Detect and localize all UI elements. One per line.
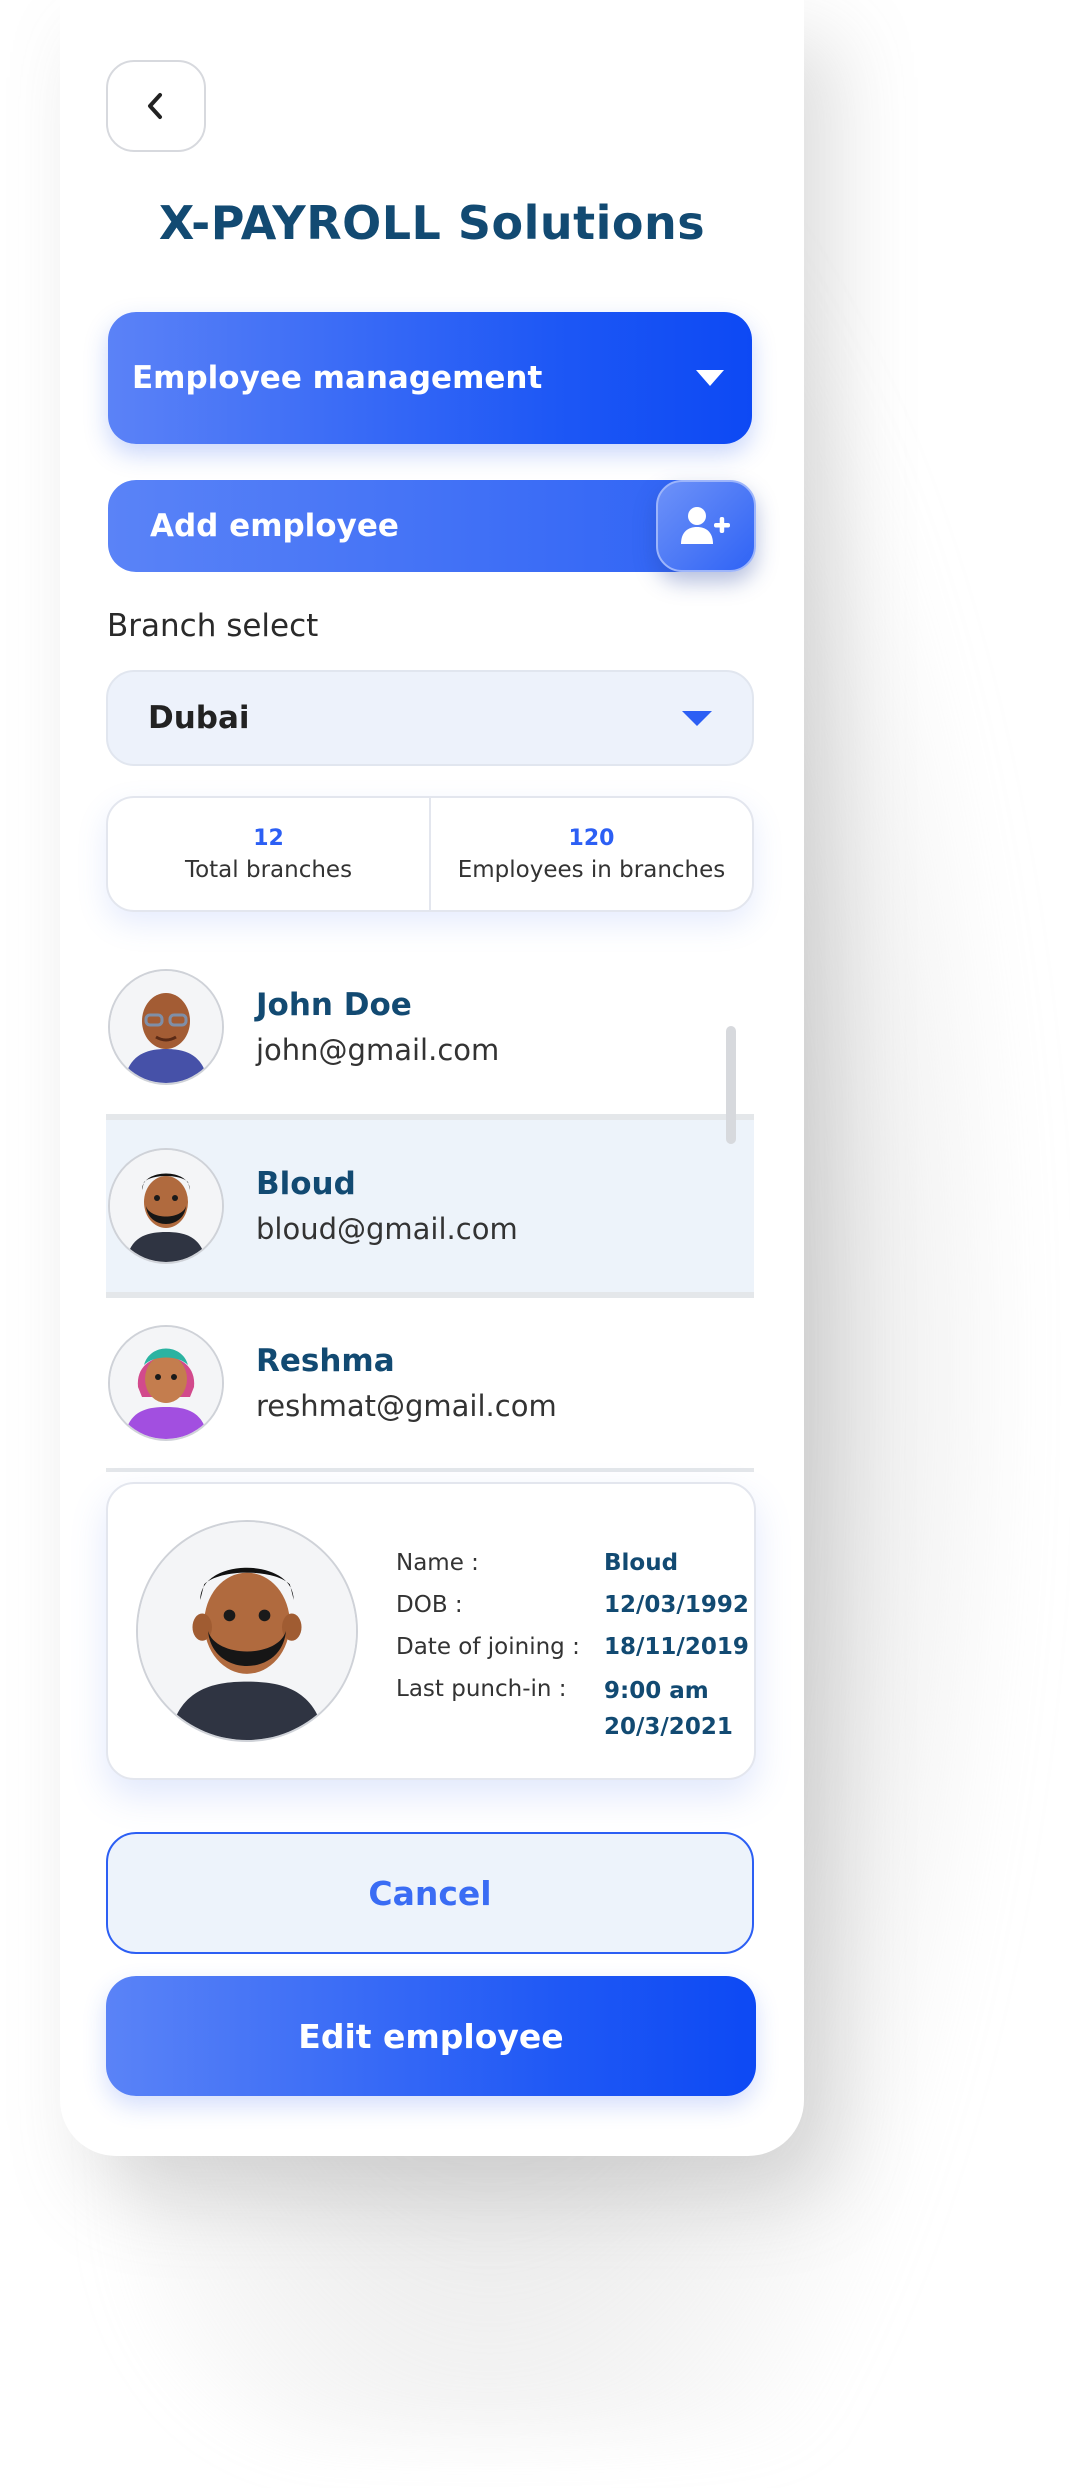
stat-label: Total branches — [184, 856, 353, 883]
avatar-bloud-icon — [110, 1150, 222, 1262]
edit-employee-button[interactable]: Edit employee — [106, 1976, 756, 2096]
stat-value: 120 — [568, 825, 615, 851]
employee-name: John Doe — [256, 987, 412, 1023]
avatar-john-icon — [110, 971, 222, 1083]
stat-total-branches: 12 Total branches — [108, 798, 429, 910]
add-employee-button[interactable] — [656, 480, 756, 572]
avatar-bloud-large-icon — [138, 1522, 356, 1740]
cancel-button[interactable]: Cancel — [106, 1832, 754, 1954]
page-title: X-PAYROLL Solutions — [158, 196, 706, 250]
employee-email: reshmat@gmail.com — [256, 1389, 557, 1423]
module-dropdown-label: Employee management — [132, 360, 543, 396]
branch-select[interactable]: Dubai — [106, 670, 754, 766]
detail-value-name: Bloud — [604, 1550, 679, 1576]
caret-down-icon — [682, 710, 712, 726]
detail-value-punch-date: 20/3/2021 — [604, 1714, 733, 1740]
detail-value-joining: 18/11/2019 — [604, 1634, 749, 1660]
detail-label-name: Name : — [396, 1550, 479, 1576]
detail-label-dob: DOB : — [396, 1592, 463, 1618]
avatar — [108, 1148, 224, 1264]
chevron-left-icon — [148, 93, 162, 119]
avatar — [108, 1325, 224, 1441]
caret-down-icon — [696, 370, 724, 386]
module-dropdown[interactable]: Employee management — [108, 312, 752, 444]
detail-value-punch-time: 9:00 am — [604, 1678, 709, 1704]
employee-email: bloud@gmail.com — [256, 1212, 518, 1246]
detail-value-dob: 12/03/1992 — [604, 1592, 749, 1618]
detail-label-punch-in: Last punch-in : — [396, 1676, 567, 1702]
stat-value: 12 — [253, 825, 284, 851]
stat-employees-in-branches: 120 Employees in branches — [429, 798, 752, 910]
employee-detail-card: Name : Bloud DOB : 12/03/1992 Date of jo… — [106, 1482, 756, 1780]
app-card: X-PAYROLL Solutions Employee management … — [60, 0, 804, 2156]
employee-email: john@gmail.com — [256, 1033, 500, 1067]
employee-name: Reshma — [256, 1343, 395, 1379]
add-user-icon — [681, 507, 730, 544]
back-button[interactable] — [106, 60, 206, 152]
branch-stats: 12 Total branches 120 Employees in branc… — [106, 796, 754, 912]
stat-label: Employees in branches — [457, 856, 726, 883]
avatar — [108, 969, 224, 1085]
detail-label-joining: Date of joining : — [396, 1634, 580, 1660]
add-employee-label: Add employee — [150, 508, 399, 544]
branch-select-label: Branch select — [107, 608, 319, 644]
employee-name: Bloud — [256, 1166, 356, 1202]
employee-row-bloud[interactable]: Bloud bloud@gmail.com — [106, 1114, 754, 1298]
avatar — [136, 1520, 358, 1742]
employee-row-john-doe[interactable]: John Doe john@gmail.com — [106, 940, 754, 1114]
avatar-reshma-icon — [110, 1327, 222, 1439]
employee-row-reshma[interactable]: Reshma reshmat@gmail.com — [106, 1298, 754, 1472]
branch-select-value: Dubai — [148, 700, 250, 736]
employee-list-scrollbar[interactable] — [726, 1026, 736, 1144]
